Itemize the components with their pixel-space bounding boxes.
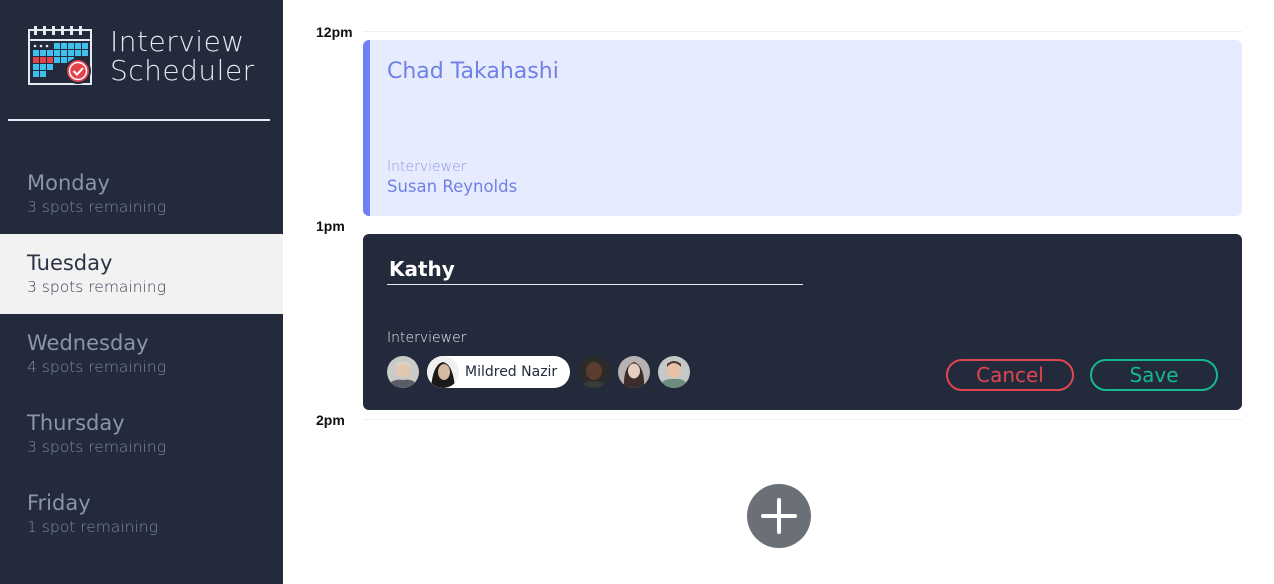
day-spots: 3 spots remaining xyxy=(27,198,166,216)
day-item-tuesday[interactable]: Tuesday 3 spots remaining xyxy=(0,234,283,314)
interviewer-avatar-1[interactable] xyxy=(387,356,419,388)
interviewer-selected[interactable]: Mildred Nazir xyxy=(427,356,570,388)
avatar xyxy=(658,356,690,388)
day-name: Friday xyxy=(27,491,91,515)
app-title-line-2: Scheduler xyxy=(110,54,255,87)
time-label-2pm: 2pm xyxy=(316,412,345,428)
day-name: Monday xyxy=(27,171,110,195)
interviewer-name: Susan Reynolds xyxy=(387,177,518,196)
plus-icon xyxy=(761,498,797,534)
hour-divider xyxy=(363,419,1242,420)
sidebar: Interview Scheduler Monday 3 spots remai… xyxy=(0,0,283,584)
app-title: Interview Scheduler xyxy=(110,27,255,85)
day-item-thursday[interactable]: Thursday 3 spots remaining xyxy=(0,394,283,474)
day-item-monday[interactable]: Monday 3 spots remaining xyxy=(0,154,283,234)
day-item-friday[interactable]: Friday 1 spot remaining xyxy=(0,474,283,554)
day-name: Thursday xyxy=(27,411,125,435)
avatar xyxy=(578,356,610,388)
add-appointment-button[interactable] xyxy=(747,484,811,548)
day-spots: 1 spot remaining xyxy=(27,518,158,536)
avatar xyxy=(618,356,650,388)
avatar xyxy=(427,356,459,388)
day-name: Tuesday xyxy=(27,251,113,275)
student-name-input[interactable] xyxy=(387,254,803,285)
avatar xyxy=(387,356,419,388)
interviewer-avatar-3[interactable] xyxy=(578,356,610,388)
cancel-button[interactable]: Cancel xyxy=(946,359,1074,391)
day-name: Wednesday xyxy=(27,331,149,355)
day-spots: 4 spots remaining xyxy=(27,358,166,376)
calendar-check-icon xyxy=(28,26,92,85)
sidebar-divider xyxy=(8,119,270,121)
save-button[interactable]: Save xyxy=(1090,359,1218,391)
appointment-card[interactable]: Chad Takahashi Interviewer Susan Reynold… xyxy=(363,40,1242,216)
student-name: Chad Takahashi xyxy=(387,59,559,84)
day-list: Monday 3 spots remaining Tuesday 3 spots… xyxy=(0,154,283,554)
interviewer-selected-name: Mildred Nazir xyxy=(465,364,558,380)
day-item-wednesday[interactable]: Wednesday 4 spots remaining xyxy=(0,314,283,394)
time-label-1pm: 1pm xyxy=(316,218,345,234)
interviewer-label: Interviewer xyxy=(387,159,467,175)
time-label-12pm: 12pm xyxy=(316,24,353,40)
hour-divider xyxy=(363,31,1242,32)
interviewer-avatar-5[interactable] xyxy=(658,356,690,388)
day-spots: 3 spots remaining xyxy=(27,438,166,456)
app: Interview Scheduler Monday 3 spots remai… xyxy=(0,0,1274,584)
interviewer-label: Interviewer xyxy=(387,330,467,346)
interviewer-avatar-4[interactable] xyxy=(618,356,650,388)
day-spots: 3 spots remaining xyxy=(27,278,166,296)
app-title-line-1: Interview xyxy=(110,25,245,58)
appointment-form: Interviewer Mildred xyxy=(363,234,1242,410)
